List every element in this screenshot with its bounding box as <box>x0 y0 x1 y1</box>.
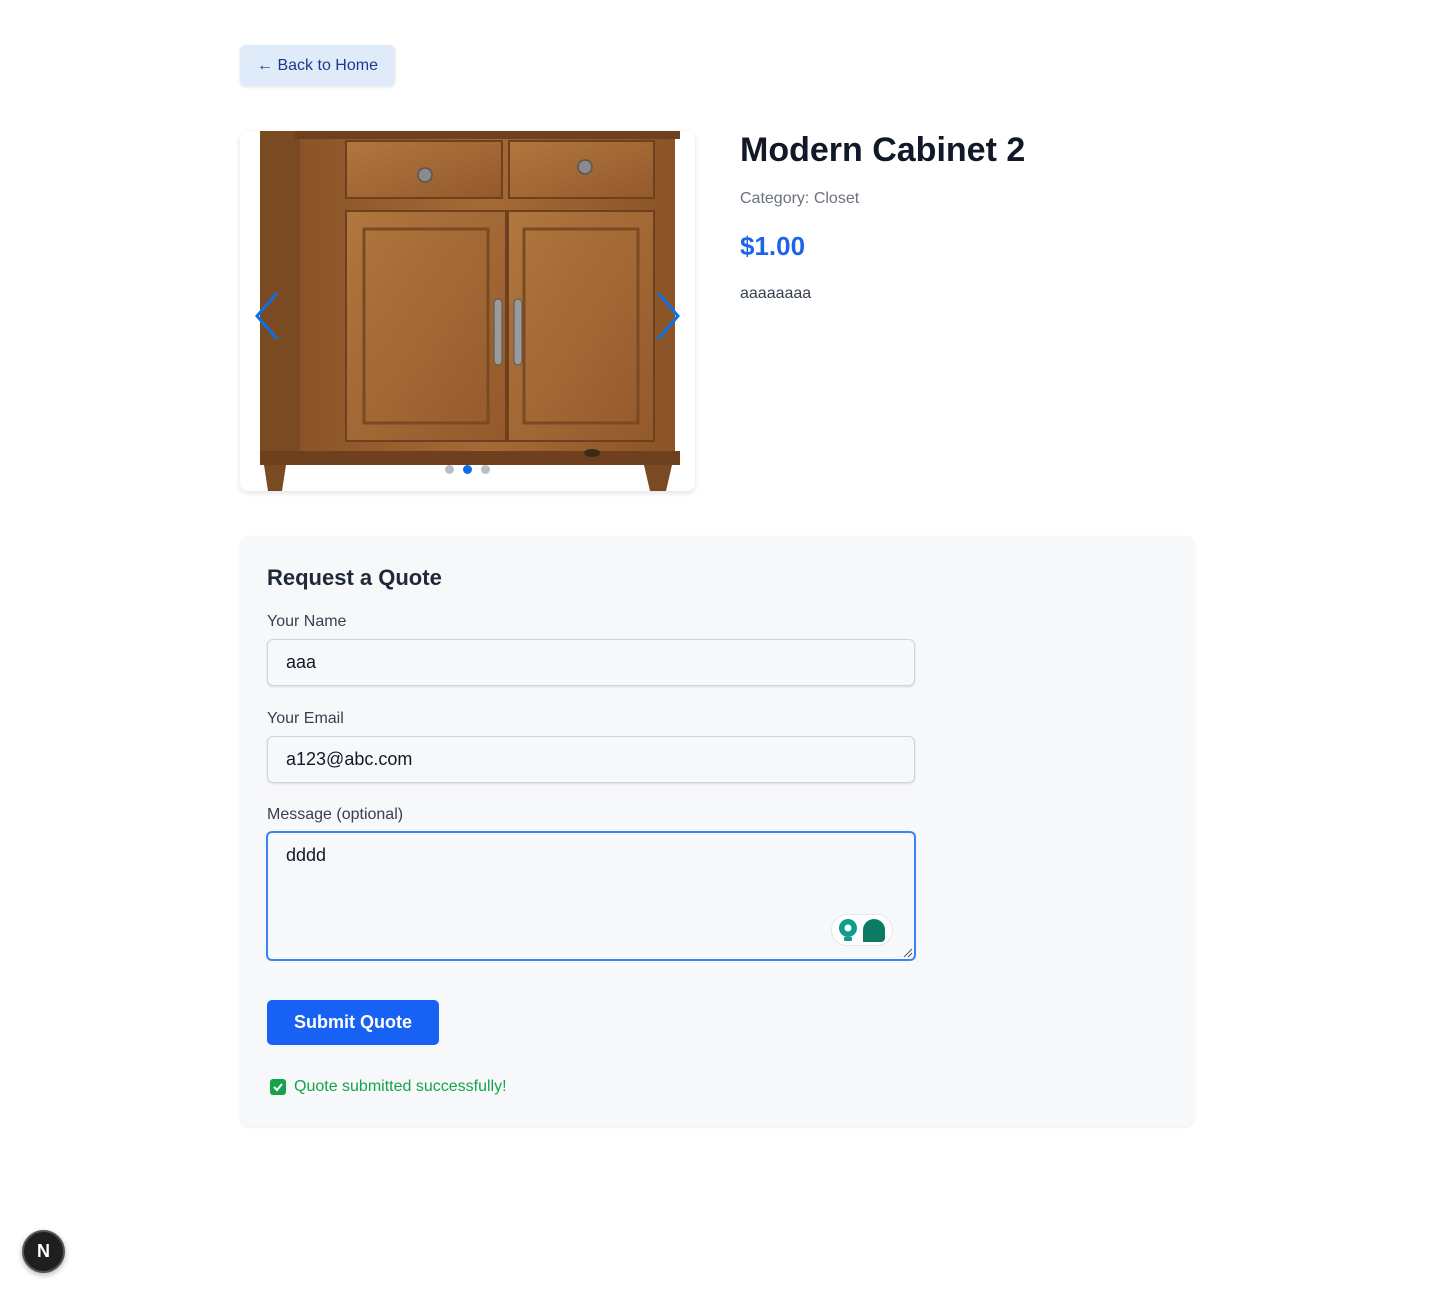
carousel-dot-1[interactable] <box>445 465 454 474</box>
name-field-label: Your Name <box>267 613 347 630</box>
carousel-dot-2[interactable] <box>463 465 472 474</box>
carousel-dot-3[interactable] <box>481 465 490 474</box>
chevron-right-icon <box>656 292 680 340</box>
assistant-logo-icon <box>862 919 885 942</box>
message-field-label: Message (optional) <box>267 806 404 823</box>
name-input[interactable] <box>267 639 915 686</box>
lightbulb-icon <box>838 919 857 941</box>
product-price: $1.00 <box>740 231 806 261</box>
quote-form-card: Request a Quote Your Name Your Email Mes… <box>240 536 1194 1126</box>
product-title: Modern Cabinet 2 <box>740 131 1026 169</box>
email-input[interactable] <box>267 736 915 783</box>
success-message: Quote submitted successfully! <box>270 1078 507 1096</box>
carousel-prev-arrow[interactable] <box>250 286 284 346</box>
product-description: aaaaaaaa <box>740 285 812 302</box>
writing-assistant-widget[interactable] <box>831 914 893 946</box>
back-to-home-button[interactable]: ← Back to Home <box>240 45 395 86</box>
submit-quote-button[interactable]: Submit Quote <box>267 1000 439 1045</box>
product-page: ← Back to Home Modern Cabinet 2 Category… <box>0 0 1434 1294</box>
email-field-label: Your Email <box>267 710 344 727</box>
product-category: Category: Closet <box>740 190 860 207</box>
carousel-next-arrow[interactable] <box>651 286 685 346</box>
resize-handle-icon[interactable] <box>903 948 913 958</box>
cabinet-image <box>240 131 695 491</box>
chevron-left-icon <box>255 292 279 340</box>
checkmark-icon <box>270 1079 286 1095</box>
nextjs-dev-badge[interactable]: N <box>22 1230 65 1273</box>
success-message-text: Quote submitted successfully! <box>294 1078 507 1095</box>
message-textarea[interactable]: dddd <box>266 831 916 961</box>
product-image-carousel <box>240 131 695 491</box>
quote-form-heading: Request a Quote <box>267 565 442 590</box>
carousel-pagination <box>240 465 695 474</box>
